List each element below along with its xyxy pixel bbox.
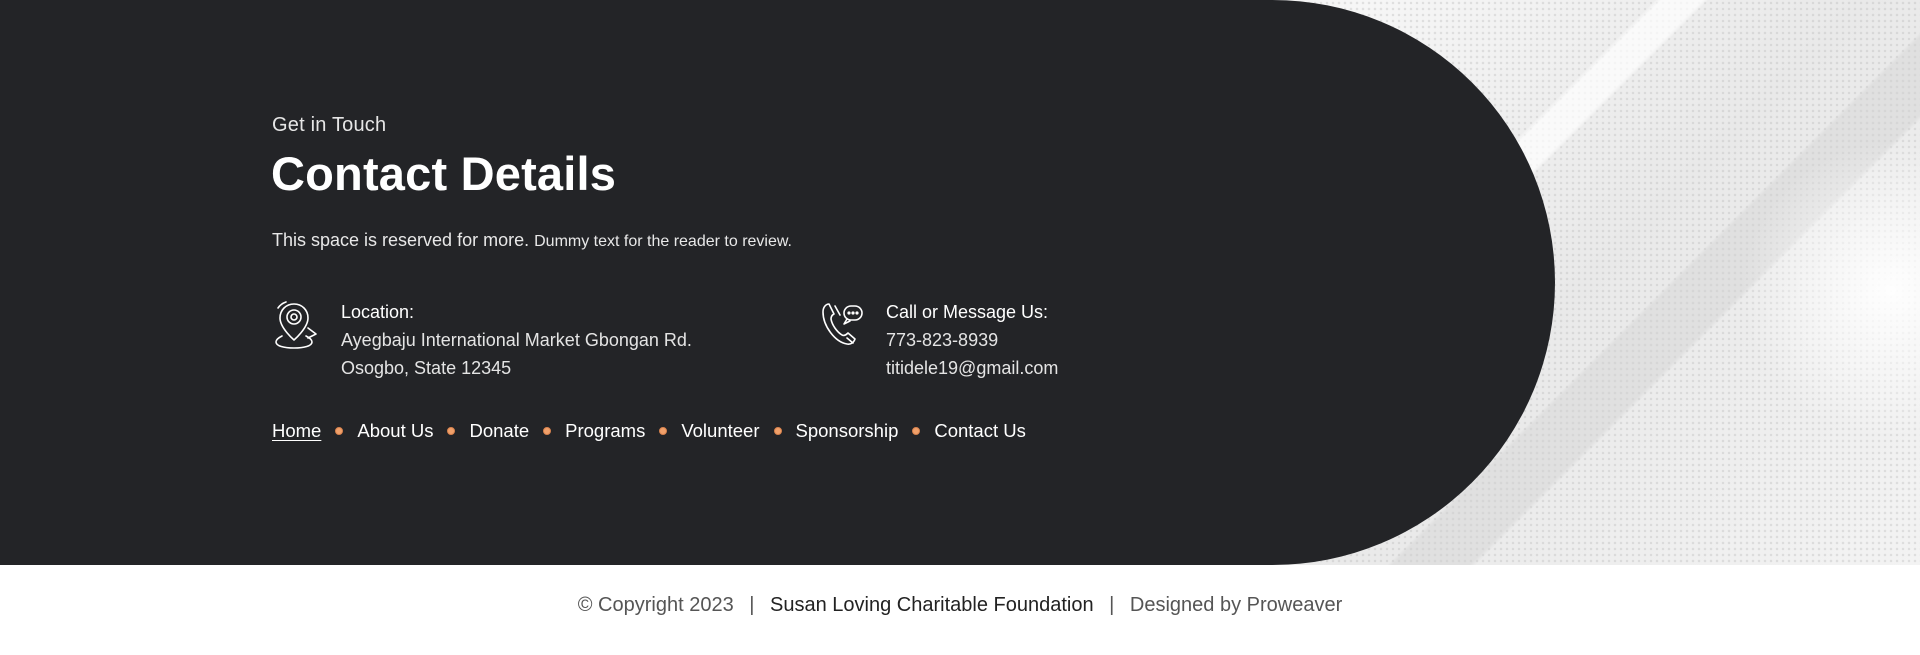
nav-sponsorship[interactable]: Sponsorship (796, 420, 899, 442)
copyright-text: © Copyright 2023 (577, 594, 734, 616)
nav-separator-dot (335, 427, 344, 435)
nav-contact-us[interactable]: Contact Us (934, 420, 1026, 442)
section-description: This space is reserved for more. Dummy t… (272, 230, 792, 251)
copyright-separator: | (1109, 594, 1115, 616)
nav-separator-dot (659, 427, 668, 435)
contact-section: Get in Touch Contact Details This space … (0, 0, 1920, 565)
nav-separator-dot (543, 427, 552, 435)
location-line1: Ayegbaju International Market Gbongan Rd… (341, 330, 692, 350)
section-title: Contact Details (271, 147, 617, 200)
location-line2: Osogbo, State 12345 (341, 358, 512, 378)
nav-donate[interactable]: Donate (469, 420, 529, 442)
nav-separator-dot (773, 427, 782, 435)
copyright-separator: | (749, 594, 755, 616)
phone-number[interactable]: 773-823-8939 (886, 326, 1058, 354)
nav-volunteer[interactable]: Volunteer (681, 420, 759, 442)
nav-programs[interactable]: Programs (565, 420, 645, 442)
location-text: Location: Ayegbaju International Market … (341, 298, 692, 382)
nav-home[interactable]: Home (272, 420, 321, 442)
phone-message-icon (822, 303, 863, 345)
nav-separator-dot (447, 427, 456, 435)
phone-text: Call or Message Us: 773-823-8939 titidel… (886, 298, 1058, 382)
email-address[interactable]: titidele19@gmail.com (886, 354, 1058, 382)
nav-separator-dot (912, 427, 921, 435)
phone-title: Call or Message Us: (886, 302, 1049, 322)
location-block: Location: Ayegbaju International Market … (272, 298, 692, 382)
phone-block: Call or Message Us: 773-823-8939 titidel… (817, 298, 1058, 382)
location-pin-icon (275, 301, 317, 349)
description-main: This space is reserved for more. (272, 230, 530, 250)
description-small: Dummy text for the reader to review. (534, 233, 792, 250)
footer-nav: Home About Us Donate Programs Volunteer … (272, 420, 1026, 442)
section-eyebrow: Get in Touch (272, 114, 387, 136)
organization-name[interactable]: Susan Loving Charitable Foundation (770, 594, 1094, 616)
designer-credit[interactable]: Designed by Proweaver (1130, 594, 1342, 616)
nav-about-us[interactable]: About Us (357, 420, 433, 442)
location-title: Location: (341, 302, 415, 322)
contact-content: Get in Touch Contact Details This space … (271, 0, 1172, 565)
copyright-bar: © Copyright 2023 | Susan Loving Charitab… (0, 594, 1920, 617)
